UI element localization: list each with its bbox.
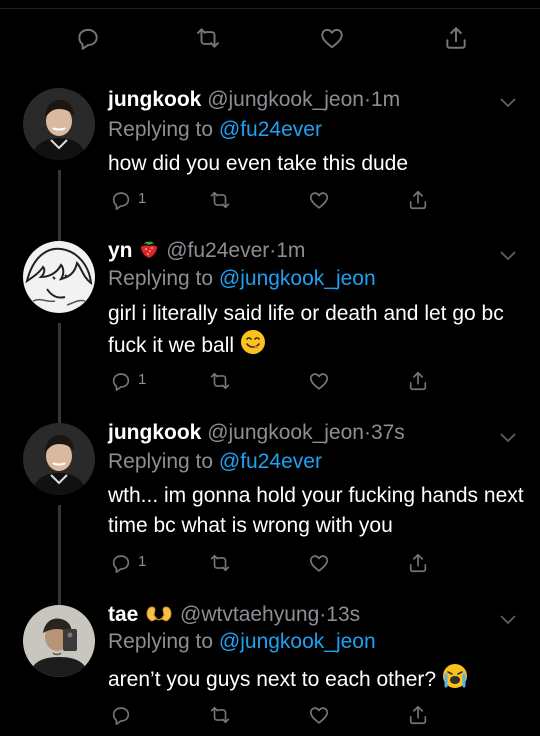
strawberry-icon [138,238,160,267]
display-name[interactable]: tae [108,603,138,626]
heart-icon[interactable] [299,543,339,583]
reply-icon[interactable] [68,18,108,58]
replying-prefix: Replying to [108,630,219,653]
retweet-icon[interactable] [200,361,240,401]
user-handle[interactable]: @jungkook_jeon [207,421,364,444]
display-name[interactable]: jungkook [108,421,201,444]
yum-face-icon [240,329,266,364]
crying-face-icon [442,663,468,698]
user-handle[interactable]: @wtvtaehyung [180,603,319,626]
replying-to: Replying to @fu24ever [108,449,322,475]
timestamp[interactable]: 1m [276,239,305,262]
chevron-down-icon[interactable] [498,427,518,447]
share-icon[interactable] [398,543,438,583]
user-handle[interactable]: @jungkook_jeon [207,88,364,111]
avatar[interactable] [23,605,95,677]
tweet-header: jungkook @jungkook_jeon·37s [108,420,405,446]
user-handle[interactable]: @fu24ever [166,239,269,262]
replying-to: Replying to @fu24ever [108,117,322,143]
reply-count: 1 [138,190,147,207]
reply-icon[interactable] [101,361,141,401]
timestamp[interactable]: 13s [326,603,360,626]
retweet-icon[interactable] [188,18,228,58]
tweet-text-content: how did you even take this dude [108,152,409,175]
replying-handle-link[interactable]: @jungkook_jeon [219,630,376,653]
tweet-header: yn 🍓 @fu24ever·1m [108,238,305,267]
chevron-down-icon[interactable] [498,609,518,629]
replying-to: Replying to @jungkook_jeon [108,629,376,655]
separator-dot: · [363,421,371,444]
replying-handle-link[interactable]: @fu24ever [219,450,322,473]
tweet[interactable]: yn 🍓 @fu24ever·1m Replying to @jungkook_… [0,238,540,425]
display-name[interactable]: yn [108,239,133,262]
display-name[interactable]: jungkook [108,88,201,111]
tweet-text-content: aren’t you guys next to each other? [108,668,437,691]
tweet-header: tae 🫶 @wtvtaehyung·13s [108,602,360,631]
share-icon[interactable] [398,695,438,735]
tweet-actions: 1 [0,361,540,401]
heart-hands-icon [144,602,174,631]
tweet-text: aren’t you guys next to each other? 😭 [108,663,528,698]
share-icon[interactable] [398,361,438,401]
chevron-down-icon[interactable] [498,245,518,265]
tweet-header: jungkook @jungkook_jeon·1m [108,87,400,113]
tweet-text-content: wth... im gonna hold your fucking hands … [108,484,524,537]
replying-prefix: Replying to [108,118,219,141]
tweet-actions: 1 [0,180,540,220]
top-divider [0,8,540,9]
replying-to: Replying to @jungkook_jeon [108,266,376,292]
avatar[interactable] [23,423,95,495]
reply-count: 1 [138,553,147,570]
tweet-actions: 1 [0,543,540,583]
share-icon[interactable] [436,18,476,58]
replying-handle-link[interactable]: @jungkook_jeon [219,267,376,290]
retweet-icon[interactable] [200,543,240,583]
tweet-text: how did you even take this dude [108,149,528,179]
replying-prefix: Replying to [108,267,219,290]
tweet-actions [0,695,540,735]
reply-count: 1 [138,371,147,388]
previous-tweet-actions [0,18,540,58]
tweet[interactable]: tae 🫶 @wtvtaehyung·13s Replying to @jung… [0,602,540,736]
heart-icon[interactable] [312,18,352,58]
reply-icon[interactable] [101,180,141,220]
avatar[interactable] [23,88,95,160]
share-icon[interactable] [398,180,438,220]
separator-dot: · [363,88,371,111]
tweet-text: wth... im gonna hold your fucking hands … [108,481,528,541]
heart-icon[interactable] [299,361,339,401]
replying-prefix: Replying to [108,450,219,473]
retweet-icon[interactable] [200,695,240,735]
reply-icon[interactable] [101,695,141,735]
timestamp[interactable]: 1m [371,88,400,111]
tweet[interactable]: jungkook @jungkook_jeon·37s Replying to … [0,420,540,605]
timestamp[interactable]: 37s [371,421,405,444]
tweet-text: girl i literally said life or death and … [108,299,528,364]
heart-icon[interactable] [299,180,339,220]
chevron-down-icon[interactable] [498,92,518,112]
reply-icon[interactable] [101,543,141,583]
replying-handle-link[interactable]: @fu24ever [219,118,322,141]
retweet-icon[interactable] [200,180,240,220]
heart-icon[interactable] [299,695,339,735]
avatar[interactable] [23,241,95,313]
tweet-text-content: girl i literally said life or death and … [108,302,504,357]
